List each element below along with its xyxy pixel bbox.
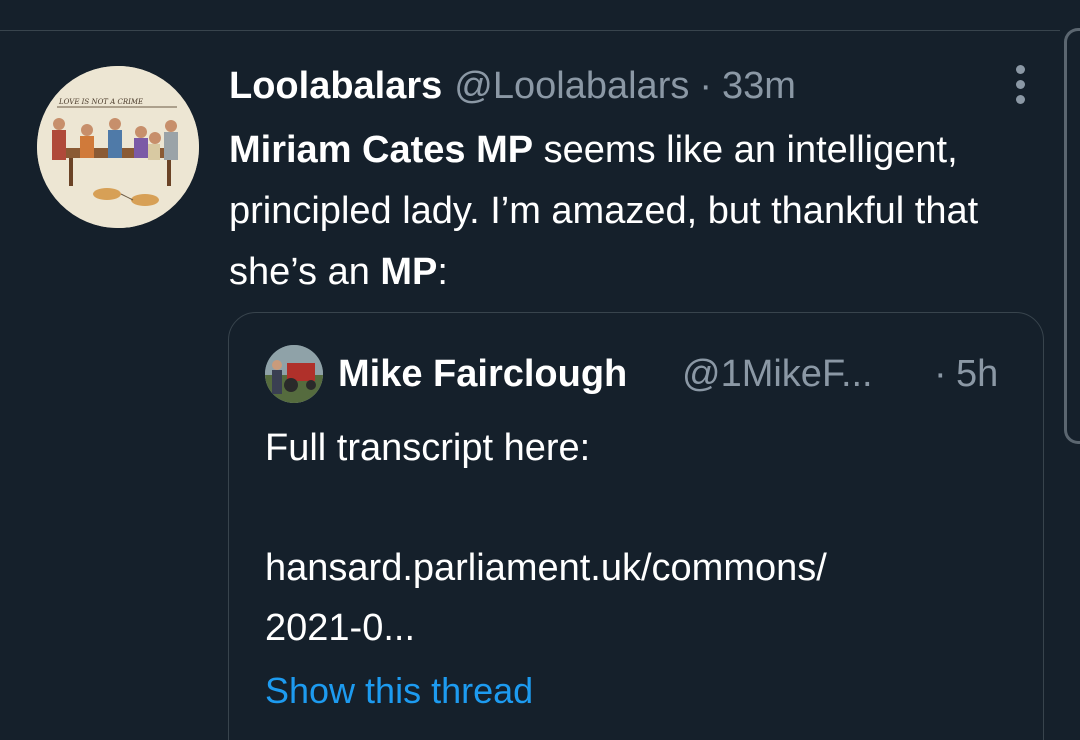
avatar-caption: LOVE IS NOT A CRIME [58,98,143,106]
quoted-text-link: 2021-0... [265,607,415,649]
tweet-text: Miriam Cates MP seems like an intelligen… [229,120,1029,303]
tweet-header: Loolabalars @Loolabalars · 33m [229,62,796,110]
quoted-tweet-header: Mike Fairclough @1MikeF... · 5h [338,350,1018,398]
quoted-author-avatar [265,345,323,403]
quoted-author-name: Mike Fairclough [338,353,628,395]
top-divider [0,30,1060,31]
scrollbar[interactable] [1064,28,1080,444]
quoted-text-line: Full transcript here: [265,427,591,469]
show-thread-link[interactable]: Show this thread [265,666,533,716]
tweet-view: LOVE IS NOT A CRIME Loolabalars @Loolaba… [0,0,1080,740]
more-vertical-icon [1016,65,1025,74]
separator-dot: · [699,65,713,107]
author-handle[interactable]: @Loolabalars [454,62,689,110]
tweet-time[interactable]: 33m [722,62,796,110]
quoted-text-link: hansard.parliament.uk/commons/ [265,547,827,589]
tweet-text-bold-mp: MP [380,251,438,293]
author-avatar[interactable]: LOVE IS NOT A CRIME [37,66,199,228]
quoted-author-handle: @1MikeF... [682,353,873,395]
tweet-text-bold-name: Miriam Cates MP [229,129,534,171]
quoted-tweet-text: Full transcript here: hansard.parliament… [265,418,1025,658]
quoted-separator-dot: · [934,353,947,395]
more-vertical-icon-dot [1016,80,1025,89]
more-options-button[interactable] [1004,62,1036,106]
more-vertical-icon-dot [1016,95,1025,104]
tweet-text-end: : [437,251,448,293]
quoted-text-line [265,478,1025,538]
author-name[interactable]: Loolabalars [229,62,442,110]
quoted-tweet-time: 5h [956,353,999,395]
